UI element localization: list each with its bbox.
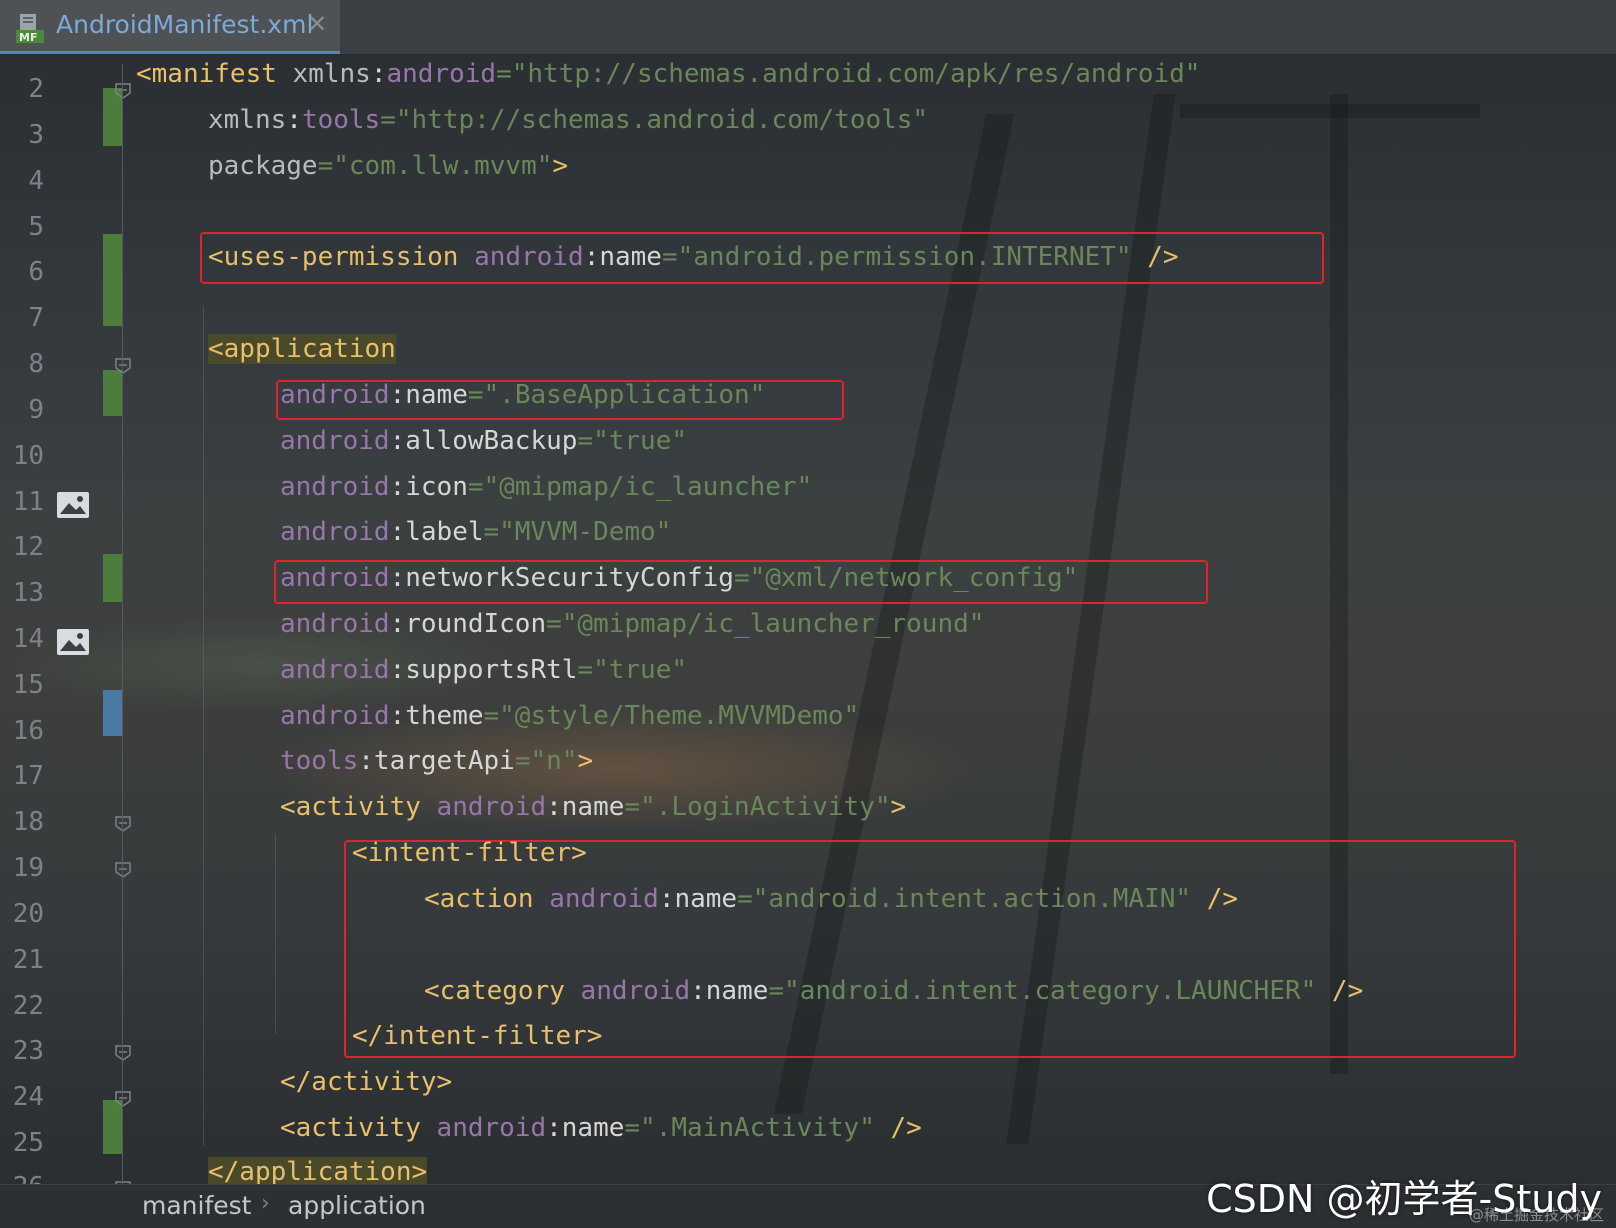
code-line[interactable]: xmlns:tools="http://schemas.android.com/…	[208, 103, 928, 137]
code-token: ="@xml/network_config"	[733, 563, 1079, 593]
code-token: android	[474, 242, 584, 272]
code-token: xmlns	[292, 59, 371, 89]
code-line[interactable]: android:networkSecurityConfig="@xml/netw…	[280, 561, 1078, 595]
code-token: ="android.intent.action.MAIN"	[737, 884, 1192, 914]
code-token: tools	[280, 746, 359, 776]
code-token: />	[1191, 884, 1239, 914]
code-token: :supportsRtl	[389, 655, 578, 685]
code-token: >	[577, 746, 594, 776]
code-line[interactable]: <uses-permission android:name="android.p…	[208, 240, 1179, 274]
code-token: :name	[583, 242, 662, 272]
code-token: />	[874, 1113, 922, 1143]
code-token: <manifest	[136, 59, 293, 89]
code-token: ="@mipmap/ic_launcher_round"	[546, 609, 985, 639]
code-line[interactable]: android:supportsRtl="true"	[280, 653, 687, 687]
code-token: android	[436, 1113, 547, 1143]
code-token: <activity	[280, 792, 437, 822]
code-line[interactable]: android:icon="@mipmap/ic_launcher"	[280, 470, 812, 504]
code-token: =".BaseApplication"	[467, 380, 766, 410]
code-line[interactable]: <activity android:name=".LoginActivity">	[280, 790, 906, 824]
code-token: <action	[424, 884, 550, 914]
code-token: android	[280, 426, 390, 456]
code-line[interactable]: android:allowBackup="true"	[280, 424, 687, 458]
code-token: :theme	[389, 701, 484, 731]
code-token: :	[286, 105, 302, 135]
code-token: ="com.llw.mvvm"	[317, 151, 553, 181]
code-line[interactable]: android:name=".BaseApplication"	[280, 378, 765, 412]
code-token: >	[552, 151, 569, 181]
code-token: =".MainActivity"	[624, 1113, 875, 1143]
code-token: android	[280, 517, 390, 547]
code-token: ="android.intent.category.LAUNCHER"	[768, 976, 1317, 1006]
code-token: :	[370, 59, 387, 89]
code-token: ="true"	[577, 426, 687, 456]
code-token: ="android.permission.INTERNET"	[661, 242, 1132, 272]
code-token: </activity>	[280, 1067, 453, 1097]
code-token: ="MVVM-Demo"	[483, 517, 672, 547]
code-token: :name	[690, 976, 769, 1006]
breadcrumb-item-manifest[interactable]: manifest	[142, 1191, 251, 1220]
code-token: android	[280, 380, 390, 410]
code-line[interactable]: android:roundIcon="@mipmap/ic_launcher_r…	[280, 607, 984, 641]
code-token: :name	[389, 380, 468, 410]
code-token: android	[580, 976, 691, 1006]
code-token: />	[1131, 242, 1179, 272]
code-token: :allowBackup	[389, 426, 578, 456]
code-token: android	[280, 563, 390, 593]
code-editor[interactable]: <manifest xmlns:android="http://schemas.…	[0, 0, 1616, 1187]
code-token: <intent-filter>	[352, 838, 587, 868]
code-line[interactable]: tools:targetApi="n">	[280, 744, 593, 778]
code-token: android	[436, 792, 547, 822]
code-token: android	[386, 59, 497, 89]
code-token: ="true"	[577, 655, 687, 685]
code-line[interactable]: <category android:name="android.intent.c…	[424, 974, 1363, 1008]
editor-window: MF AndroidManifest.xml ✕ 2 3 4 5 6 7 8 9 10 11 12 1…	[0, 0, 1616, 1228]
code-token: :networkSecurityConfig	[389, 563, 734, 593]
code-line[interactable]: <intent-filter>	[352, 836, 587, 870]
code-token: :icon	[389, 472, 468, 502]
code-line[interactable]: </intent-filter>	[352, 1019, 602, 1053]
code-token: android	[280, 609, 390, 639]
code-token: android	[280, 655, 390, 685]
code-token: >	[890, 792, 907, 822]
code-token: ="http://schemas.android.com/tools"	[380, 105, 929, 135]
code-line[interactable]: android:label="MVVM-Demo"	[280, 515, 671, 549]
code-token: />	[1316, 976, 1364, 1006]
code-token: <application	[208, 334, 396, 364]
code-token: <category	[424, 976, 581, 1006]
code-token: package	[208, 151, 318, 181]
code-line[interactable]: package="com.llw.mvvm">	[208, 149, 568, 183]
code-token: android	[280, 472, 390, 502]
indent-guide	[275, 834, 276, 1034]
code-line[interactable]: <application	[208, 332, 396, 366]
code-line[interactable]: android:theme="@style/Theme.MVVMDemo"	[280, 699, 859, 733]
code-token: ="n"	[514, 746, 578, 776]
code-token: :name	[546, 1113, 625, 1143]
breadcrumb-separator: ›	[261, 1191, 270, 1216]
code-line[interactable]: <manifest xmlns:android="http://schemas.…	[136, 57, 1200, 91]
code-token: ="@mipmap/ic_launcher"	[467, 472, 813, 502]
indent-guide	[203, 306, 204, 1146]
code-line[interactable]: <action android:name="android.intent.act…	[424, 882, 1238, 916]
code-token: :name	[658, 884, 738, 914]
juejin-watermark: @稀土掘金技术社区	[1468, 1206, 1604, 1224]
code-token: =".LoginActivity"	[624, 792, 891, 822]
code-token: xmlns	[208, 105, 287, 135]
code-token: :roundIcon	[389, 609, 547, 639]
code-token: android	[549, 884, 659, 914]
code-token: :name	[546, 792, 625, 822]
code-token: :label	[389, 517, 484, 547]
code-token: ="http://schemas.android.com/apk/res/and…	[496, 59, 1201, 89]
code-token: android	[280, 701, 390, 731]
code-token: </intent-filter>	[352, 1021, 603, 1051]
code-token: </application>	[208, 1157, 428, 1187]
code-token: ="@style/Theme.MVVMDemo"	[483, 701, 860, 731]
code-token: :targetApi	[358, 746, 515, 776]
breadcrumb-item-application[interactable]: application	[288, 1191, 426, 1220]
code-token: <activity	[280, 1113, 437, 1143]
code-line[interactable]: <activity android:name=".MainActivity" /…	[280, 1111, 922, 1145]
code-line[interactable]: </activity>	[280, 1065, 452, 1099]
code-token: <uses-permission	[208, 242, 475, 272]
code-token: tools	[301, 105, 381, 135]
